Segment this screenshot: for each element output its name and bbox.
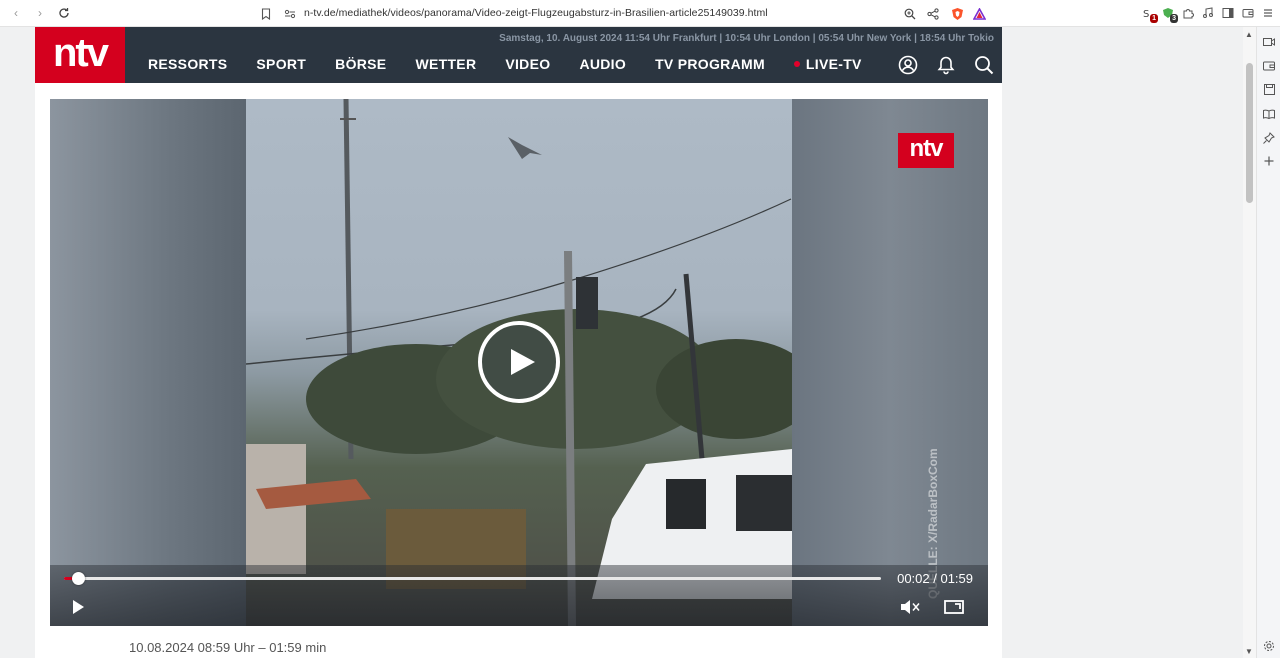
script-blocker-icon[interactable]: S 1 (1140, 5, 1158, 23)
video-player[interactable]: ntv QUELLE: X/RadarBoxCom 00:02 / 01:59 (50, 99, 988, 626)
zoom-icon[interactable] (902, 6, 917, 21)
ntv-logo[interactable]: ntv (35, 27, 125, 83)
date-line: Samstag, 10. August 2024 11:54 Uhr Frank… (499, 33, 994, 44)
play-large-icon[interactable] (478, 321, 560, 403)
reload-icon[interactable] (56, 5, 72, 21)
bookmark-icon[interactable] (258, 6, 273, 21)
search-icon[interactable] (974, 55, 994, 75)
back-icon[interactable]: ‹ (8, 5, 24, 21)
menu-icon[interactable] (1260, 5, 1275, 20)
nav-item-boerse[interactable]: BÖRSE (335, 56, 386, 72)
main-content: ntv QUELLE: X/RadarBoxCom 00:02 / 01:59 (35, 83, 1002, 658)
url-text: n-tv.de/mediathek/videos/panorama/Video-… (304, 7, 768, 19)
shield-icon[interactable]: 3 (1160, 5, 1178, 23)
nav-label: LIVE-TV (805, 56, 862, 72)
volume-muted-icon[interactable] (899, 597, 923, 617)
main-nav: RESSORTS SPORT BÖRSE WETTER VIDEO AUDIO … (148, 56, 891, 72)
scroll-up-icon[interactable]: ▲ (1245, 30, 1253, 39)
watermark-text: ntv (909, 135, 944, 162)
video-controls: 00:02 / 01:59 (50, 565, 988, 626)
gear-icon[interactable] (1262, 639, 1276, 653)
nav-item-sport[interactable]: SPORT (256, 56, 306, 72)
bell-icon[interactable] (936, 55, 956, 75)
nav-label: BÖRSE (335, 56, 387, 72)
svg-text:S: S (1143, 9, 1149, 19)
nav-item-ressorts[interactable]: RESSORTS (148, 56, 227, 72)
nav-item-video[interactable]: VIDEO (505, 56, 550, 72)
extension-badge: 1 (1150, 14, 1158, 23)
browser-toolbar: ‹ › n-tv.de/mediathek/videos/panorama/Vi… (0, 0, 1280, 27)
scroll-down-icon[interactable]: ▼ (1245, 647, 1253, 656)
play-icon[interactable] (68, 597, 88, 617)
time-display: 00:02 / 01:59 (897, 571, 973, 586)
web-page: ntv Samstag, 10. August 2024 11:54 Uhr F… (0, 27, 1243, 658)
logo-text: ntv (53, 31, 109, 75)
nav-item-live-tv[interactable]: LIVE-TV (793, 56, 862, 72)
nav-label: VIDEO (505, 56, 551, 72)
save-icon[interactable] (1262, 82, 1276, 96)
address-bar[interactable]: n-tv.de/mediathek/videos/panorama/Video-… (252, 3, 996, 24)
fullscreen-icon[interactable] (943, 597, 965, 617)
share-icon[interactable] (925, 6, 940, 21)
extension-badge: 3 (1170, 14, 1178, 23)
puzzle-icon[interactable] (1180, 5, 1195, 20)
article-meta: 10.08.2024 08:59 Uhr – 01:59 min (129, 640, 327, 655)
nav-item-wetter[interactable]: WETTER (415, 56, 476, 72)
nav-item-audio[interactable]: AUDIO (579, 56, 626, 72)
rewards-icon[interactable] (972, 6, 987, 21)
pin-icon[interactable] (1262, 131, 1276, 145)
site-header: ntv Samstag, 10. August 2024 11:54 Uhr F… (35, 27, 1002, 83)
forward-icon[interactable]: › (32, 5, 48, 21)
sidebar-toggle-icon[interactable] (1220, 5, 1235, 20)
site-settings-icon[interactable] (282, 6, 297, 21)
nav-label: AUDIO (579, 56, 627, 72)
browser-sidebar (1256, 27, 1280, 658)
video-blur-right (792, 99, 988, 626)
nav-label: WETTER (415, 56, 477, 72)
page-scrollbar[interactable]: ▲ ▼ (1243, 27, 1256, 658)
progress-handle[interactable] (71, 572, 85, 585)
add-icon[interactable] (1262, 154, 1276, 168)
ntv-watermark: ntv (898, 133, 954, 168)
music-icon[interactable] (1200, 5, 1215, 20)
scroll-thumb[interactable] (1246, 63, 1253, 203)
wallet-icon[interactable] (1240, 5, 1255, 20)
live-indicator-icon (793, 61, 800, 67)
nav-item-tv-programm[interactable]: TV PROGRAMM (655, 56, 765, 72)
user-icon[interactable] (898, 55, 918, 75)
brave-shield-icon[interactable] (950, 6, 965, 21)
video-icon[interactable] (1262, 35, 1276, 49)
nav-label: TV PROGRAMM (655, 56, 765, 72)
nav-label: SPORT (256, 56, 307, 72)
wallet-icon[interactable] (1262, 59, 1276, 73)
progress-bar[interactable] (64, 572, 881, 585)
video-blur-left (50, 99, 246, 626)
nav-label: RESSORTS (148, 56, 228, 72)
reading-list-icon[interactable] (1262, 107, 1276, 121)
